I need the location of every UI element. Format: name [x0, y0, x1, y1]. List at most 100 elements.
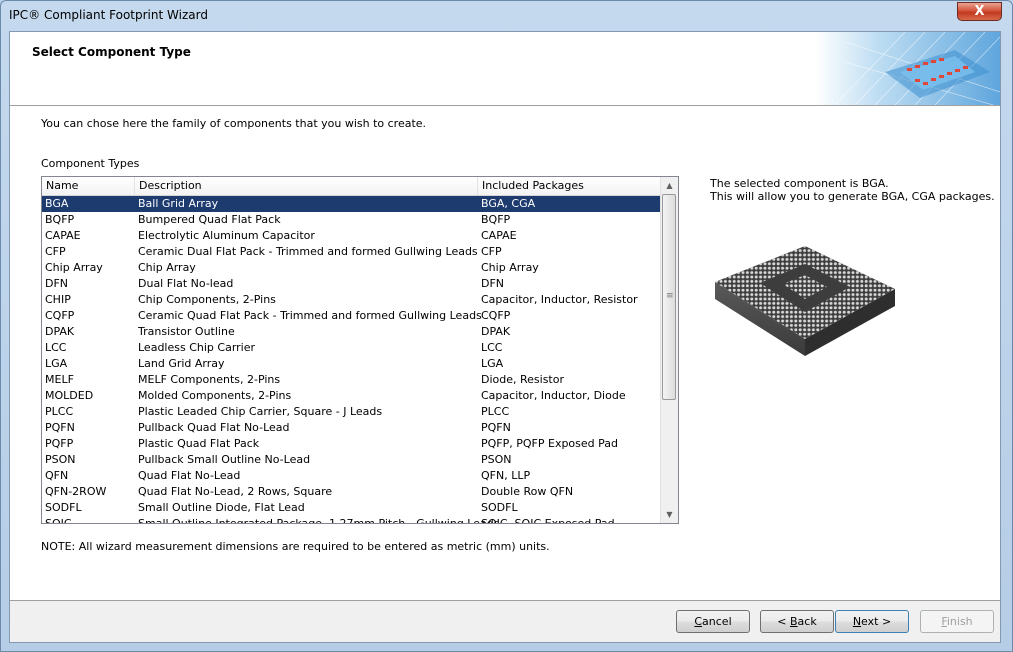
selection-info-line2: This will allow you to generate BGA, CGA… — [710, 190, 995, 203]
row-packages-cell: CAPAE — [481, 229, 517, 242]
table-row[interactable]: CQFP Ceramic Quad Flat Pack - Trimmed and… — [42, 308, 662, 324]
row-name-cell: SODFL — [45, 501, 82, 514]
table-row[interactable]: QFN-2ROW Quad Flat No-Lead, 2 Rows, Squar… — [42, 484, 662, 500]
table-row[interactable]: BGA Ball Grid Array BGA, CGA — [42, 196, 662, 212]
list-scrollbar[interactable]: ▲ ≡ ▼ — [660, 177, 678, 523]
row-packages-cell: DFN — [481, 277, 505, 290]
row-name-cell: CQFP — [45, 309, 75, 322]
row-description-cell: Leadless Chip Carrier — [138, 341, 256, 354]
table-row[interactable]: Chip Array Chip Array Chip Array — [42, 260, 662, 276]
row-packages-cell: Chip Array — [481, 261, 539, 274]
table-row[interactable]: CHIP Chip Components, 2-Pins Capacitor, In… — [42, 292, 662, 308]
title-bar[interactable]: IPC® Compliant Footprint Wizard X — [1, 1, 1012, 31]
row-description-cell: Dual Flat No-lead — [138, 277, 234, 290]
table-row[interactable]: QFN Quad Flat No-Lead QFN, LLP — [42, 468, 662, 484]
row-packages-cell: BQFP — [481, 213, 511, 226]
table-row[interactable]: BQFP Bumpered Quad Flat Pack BQFP — [42, 212, 662, 228]
row-packages-cell: PQFP, PQFP Exposed Pad — [481, 437, 619, 450]
row-packages-cell: Double Row QFN — [481, 485, 574, 498]
page-title: Select Component Type — [32, 45, 191, 59]
row-name-cell: CHIP — [45, 293, 71, 306]
finish-button[interactable]: Finish — [920, 610, 994, 633]
table-row[interactable]: SODFL Small Outline Diode, Flat Lead SODFL — [42, 500, 662, 516]
row-description-cell: Pullback Quad Flat No-Lead — [138, 421, 290, 434]
row-name-cell: PSON — [45, 453, 76, 466]
table-row[interactable]: CAPAE Electrolytic Aluminum Capacitor CAPA… — [42, 228, 662, 244]
table-row[interactable]: SOIC Small Outline Integrated Package, 1.… — [42, 516, 662, 524]
row-packages-cell: DPAK — [481, 325, 511, 338]
intro-text: You can chose here the family of compone… — [41, 117, 427, 130]
row-description-cell: Molded Components, 2-Pins — [138, 389, 292, 402]
row-name-cell: MELF — [45, 373, 74, 386]
cancel-label-rest: ancel — [702, 615, 732, 628]
back-label-rest: ack — [797, 615, 817, 628]
back-label-prefix: < — [777, 615, 790, 628]
table-row[interactable]: LCC Leadless Chip Carrier LCC — [42, 340, 662, 356]
row-description-cell: Plastic Quad Flat Pack — [138, 437, 260, 450]
table-row[interactable]: MELF MELF Components, 2-Pins Diode, Resist… — [42, 372, 662, 388]
table-row[interactable]: CFP Ceramic Dual Flat Pack - Trimmed and … — [42, 244, 662, 260]
back-button[interactable]: < Back — [760, 610, 834, 633]
list-rows: BGA Ball Grid Array BGA, CGA BQFP Bumpered Q… — [42, 196, 662, 524]
cancel-label-accel: C — [694, 615, 703, 628]
row-name-cell: DPAK — [45, 325, 75, 338]
row-packages-cell: CQFP — [481, 309, 511, 322]
row-description-cell: Small Outline Integrated Package, 1.27mm… — [138, 517, 500, 524]
scroll-up-arrow-icon[interactable]: ▲ — [661, 177, 678, 194]
header-banner-graphic — [815, 32, 1000, 105]
row-name-cell: MOLDED — [45, 389, 94, 402]
row-description-cell: Plastic Leaded Chip Carrier, Square - J … — [138, 405, 383, 418]
row-description-cell: Ball Grid Array — [138, 197, 219, 210]
row-packages-cell: BGA, CGA — [481, 197, 536, 210]
row-description-cell: Chip Array — [138, 261, 196, 274]
table-row[interactable]: DPAK Transistor Outline DPAK — [42, 324, 662, 340]
column-header-packages[interactable]: Included Packages — [478, 177, 662, 195]
wizard-header: Select Component Type — [10, 32, 1000, 106]
table-row[interactable]: DFN Dual Flat No-lead DFN — [42, 276, 662, 292]
row-name-cell: PQFP — [45, 437, 74, 450]
row-packages-cell: Diode, Resistor — [481, 373, 564, 386]
back-label-accel: B — [790, 615, 798, 628]
table-row[interactable]: PQFN Pullback Quad Flat No-Lead PQFN — [42, 420, 662, 436]
column-header-description[interactable]: Description — [135, 177, 478, 195]
row-name-cell: LGA — [45, 357, 68, 370]
row-name-cell: LCC — [45, 341, 67, 354]
selection-info: The selected component is BGA. This will… — [710, 177, 995, 203]
next-label-accel: N — [852, 615, 862, 628]
row-name-cell: PLCC — [45, 405, 74, 418]
row-name-cell: Chip Array — [45, 261, 103, 274]
table-row[interactable]: MOLDED Molded Components, 2-Pins Capacitor… — [42, 388, 662, 404]
table-row[interactable]: PSON Pullback Small Outline No-Lead PSON — [42, 452, 662, 468]
row-description-cell: Ceramic Dual Flat Pack - Trimmed and for… — [138, 245, 478, 258]
bga-component-image — [715, 246, 895, 356]
selection-info-line1: The selected component is BGA. — [710, 177, 889, 190]
row-description-cell: Bumpered Quad Flat Pack — [138, 213, 281, 226]
wizard-body: You can chose here the family of compone… — [10, 106, 1000, 601]
wizard-client-area: Select Component Type You can chose here… — [9, 31, 1001, 643]
table-row[interactable]: LGA Land Grid Array LGA — [42, 356, 662, 372]
table-row[interactable]: PQFP Plastic Quad Flat Pack PQFP, PQFP Exp… — [42, 436, 662, 452]
row-packages-cell: LCC — [481, 341, 503, 354]
scroll-down-arrow-icon[interactable]: ▼ — [661, 506, 678, 523]
finish-label-rest: inish — [946, 615, 973, 628]
row-packages-cell: PLCC — [481, 405, 510, 418]
row-description-cell: Transistor Outline — [138, 325, 235, 338]
thumb-grip-icon: ≡ — [666, 291, 674, 301]
row-description-cell: Electrolytic Aluminum Capacitor — [138, 229, 315, 242]
row-description-cell: Quad Flat No-Lead — [138, 469, 241, 482]
row-name-cell: BGA — [45, 197, 69, 210]
wizard-window: IPC® Compliant Footprint Wizard X Select… — [0, 0, 1013, 652]
list-header: Name Description Included Packages — [42, 177, 662, 196]
row-name-cell: PQFN — [45, 421, 75, 434]
cancel-button[interactable]: Cancel — [676, 610, 750, 633]
next-button[interactable]: Next > — [835, 610, 909, 633]
next-label-rest: ext > — [861, 615, 892, 628]
column-header-name[interactable]: Name — [42, 177, 135, 195]
row-packages-cell: Capacitor, Inductor, Diode — [481, 389, 626, 402]
row-description-cell: Ceramic Quad Flat Pack - Trimmed and for… — [138, 309, 482, 322]
close-button[interactable]: X — [957, 2, 1002, 21]
component-types-list[interactable]: Name Description Included Packages BGA Ba… — [41, 176, 679, 524]
row-packages-cell: PSON — [481, 453, 512, 466]
table-row[interactable]: PLCC Plastic Leaded Chip Carrier, Square … — [42, 404, 662, 420]
scrollbar-thumb[interactable]: ≡ — [662, 194, 676, 400]
